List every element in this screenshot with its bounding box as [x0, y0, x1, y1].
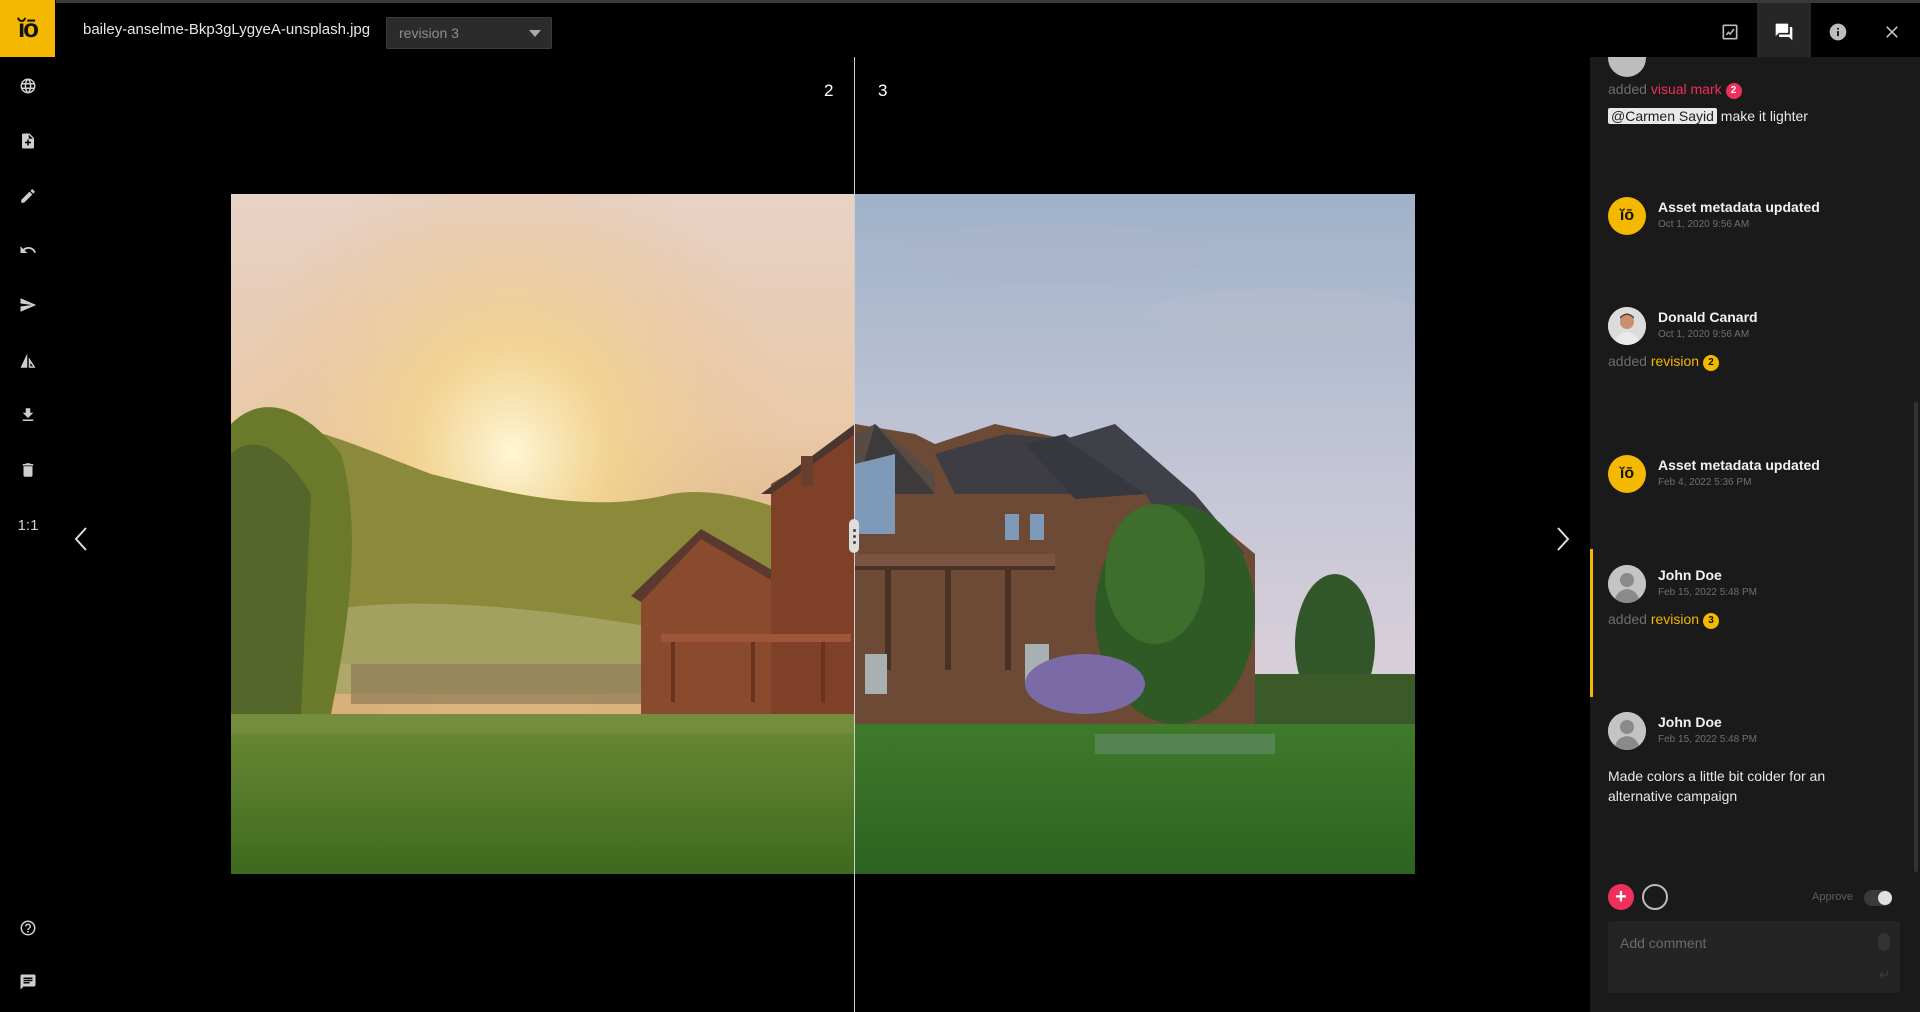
- info-icon[interactable]: [1811, 3, 1865, 60]
- trash-icon[interactable]: [14, 456, 42, 484]
- activity-line: added revision 2: [1608, 353, 1719, 371]
- logo-text: ĭō: [17, 13, 39, 43]
- chevron-right-icon[interactable]: [1548, 519, 1578, 559]
- comment-input[interactable]: Add comment ↵: [1608, 921, 1900, 993]
- chevron-left-icon[interactable]: [66, 519, 96, 559]
- entry-timestamp: Feb 15, 2022 5:48 PM: [1658, 587, 1757, 598]
- app-logo[interactable]: ĭō: [0, 0, 55, 57]
- activity-line: added revision 3: [1608, 611, 1719, 629]
- enter-icon[interactable]: ↵: [1879, 967, 1890, 983]
- asset-image[interactable]: [231, 194, 1415, 874]
- avatar: [1608, 712, 1646, 750]
- comments-icon[interactable]: [1757, 3, 1811, 60]
- add-attachment-button[interactable]: +: [1608, 884, 1634, 910]
- comment-toolbar: + Approve: [1608, 882, 1908, 912]
- visual-mark-link[interactable]: visual mark: [1651, 81, 1722, 97]
- entry-timestamp: Feb 4, 2022 5:36 PM: [1658, 477, 1752, 488]
- entry-author: John Doe: [1658, 714, 1722, 730]
- activity-line: added visual mark 2: [1608, 81, 1742, 99]
- activity-entry-comment[interactable]: John Doe Feb 15, 2022 5:48 PM Made color…: [1608, 712, 1908, 812]
- entry-timestamp: Feb 15, 2022 5:48 PM: [1658, 734, 1757, 745]
- top-bar: bailey-anselme-Bkp3gLygyeA-unsplash.jpg …: [56, 0, 1920, 60]
- revision-selected-value: revision 3: [399, 25, 459, 41]
- left-revision-number: 2: [824, 81, 834, 100]
- activity-entry-metadata[interactable]: ĭō Asset metadata updated Oct 1, 2020 9:…: [1608, 197, 1908, 247]
- comment-body: Made colors a little bit colder for an a…: [1608, 768, 1826, 804]
- compare-icon[interactable]: [14, 347, 42, 375]
- avatar-logo-text: ĭō: [1619, 207, 1635, 224]
- asset-filename: bailey-anselme-Bkp3gLygyeA-unsplash.jpg: [83, 21, 371, 38]
- send-icon[interactable]: [14, 291, 42, 319]
- activity-entry-revision[interactable]: Donald Canard Oct 1, 2020 9:56 AM added …: [1608, 307, 1908, 387]
- pencil-icon[interactable]: [14, 182, 42, 210]
- revision-link[interactable]: revision: [1651, 353, 1699, 369]
- panel-scrollbar[interactable]: [1914, 402, 1918, 872]
- avatar: [1608, 565, 1646, 603]
- activity-action: added: [1608, 611, 1647, 627]
- download-icon[interactable]: [14, 401, 42, 429]
- feedback-icon[interactable]: [14, 968, 42, 996]
- revision-right-image: [855, 194, 1415, 874]
- activity-entry-metadata[interactable]: ĭō Asset metadata updated Feb 4, 2022 5:…: [1608, 455, 1908, 505]
- plus-icon: +: [1615, 885, 1627, 908]
- emoji-icon[interactable]: [1642, 884, 1668, 910]
- entry-title: Asset metadata updated: [1658, 199, 1820, 215]
- image-compare-viewer: 2 3: [56, 57, 1590, 1012]
- activity-action: added: [1608, 81, 1647, 97]
- entry-author: John Doe: [1658, 567, 1722, 583]
- entry-title: Asset metadata updated: [1658, 457, 1820, 473]
- comment-text: @Carmen Sayid make it lighter: [1608, 106, 1888, 126]
- comment-placeholder: Add comment: [1620, 935, 1707, 951]
- file-add-icon[interactable]: [14, 127, 42, 155]
- approve-toggle[interactable]: [1864, 890, 1892, 906]
- revision-badge: 2: [1702, 355, 1719, 371]
- entry-timestamp: Oct 1, 2020 9:56 AM: [1658, 219, 1750, 230]
- avatar: [1608, 307, 1646, 345]
- close-icon[interactable]: [1865, 3, 1919, 60]
- visual-mark-badge: 2: [1725, 83, 1742, 99]
- toggle-knob: [1878, 891, 1892, 905]
- approve-label: Approve: [1812, 891, 1853, 903]
- revision-link[interactable]: revision: [1651, 611, 1699, 627]
- microphone-icon[interactable]: [1878, 933, 1890, 951]
- comment-body: make it lighter: [1716, 108, 1808, 124]
- app-avatar: ĭō: [1608, 455, 1646, 493]
- right-revision-number: 3: [878, 81, 888, 100]
- globe-icon[interactable]: [14, 72, 42, 100]
- chart-icon[interactable]: [1703, 3, 1757, 60]
- activity-entry-revision[interactable]: John Doe Feb 15, 2022 5:48 PM added revi…: [1608, 565, 1908, 645]
- compare-slider-handle[interactable]: [849, 519, 859, 553]
- avatar-logo-text: ĭō: [1619, 465, 1635, 482]
- revision-left-image: [231, 194, 855, 874]
- entry-author: Donald Canard: [1658, 309, 1758, 325]
- revision-badge: 3: [1702, 613, 1719, 629]
- app-avatar: ĭō: [1608, 197, 1646, 235]
- activity-action: added: [1608, 353, 1647, 369]
- activity-panel: added visual mark 2 @Carmen Sayid make i…: [1590, 57, 1920, 1012]
- help-icon[interactable]: [14, 914, 42, 942]
- active-entry-indicator: [1590, 549, 1593, 697]
- zoom-label: 1:1: [17, 516, 39, 534]
- avatar: [1608, 57, 1646, 77]
- activity-entry-visual-mark[interactable]: added visual mark 2 @Carmen Sayid make i…: [1608, 81, 1908, 141]
- left-toolbar: ĭō 1:1: [0, 0, 56, 1012]
- user-mention[interactable]: @Carmen Sayid: [1608, 108, 1717, 124]
- chevron-down-icon: [529, 30, 541, 37]
- zoom-actual-size-button[interactable]: 1:1: [14, 511, 42, 539]
- entry-timestamp: Oct 1, 2020 9:56 AM: [1658, 329, 1750, 340]
- revision-dropdown[interactable]: revision 3: [386, 17, 552, 49]
- undo-icon[interactable]: [14, 236, 42, 264]
